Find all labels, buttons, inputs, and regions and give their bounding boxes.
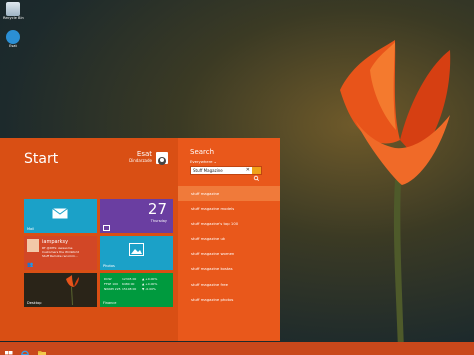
windows-logo-icon <box>5 351 13 355</box>
search-suggestion[interactable]: stuff magazine photos <box>178 292 280 307</box>
finance-quote-row: FTSE 100 6480 00 ▲ +0.00% <box>104 282 158 286</box>
tile-people[interactable]: iamparksy RT @DHS: Awesome Customers the… <box>24 236 97 270</box>
taskbar-file-explorer[interactable] <box>37 344 47 355</box>
tile-calendar[interactable]: 27 Thursday <box>100 199 173 233</box>
search-suggestion[interactable]: stuff magazine women <box>178 246 280 261</box>
taskbar <box>0 342 474 355</box>
search-button[interactable] <box>252 167 261 182</box>
user-name: Esat <box>136 150 152 158</box>
search-input[interactable] <box>193 167 247 174</box>
desktop-icon-user-folder[interactable]: Esat <box>3 30 23 49</box>
search-suggestion[interactable]: stuff magazine's top 100 <box>178 216 280 231</box>
clear-icon[interactable]: ✕ <box>246 167 250 174</box>
tile-mail[interactable]: Mail <box>24 199 97 233</box>
start-screen: Start Esat Dindarzade Mail 27 Thursday i… <box>0 138 178 341</box>
search-suggestion[interactable]: stuff magazine uk <box>178 231 280 246</box>
taskbar-internet-explorer[interactable] <box>20 344 30 355</box>
calendar-icon <box>103 225 110 231</box>
calendar-weekday: Thursday <box>150 219 167 223</box>
mail-icon <box>52 208 68 219</box>
search-suggestion[interactable]: stuff magazine <box>178 186 280 202</box>
tulip-wallpaper <box>340 40 451 350</box>
search-suggestion[interactable]: stuff magazine models <box>178 201 280 216</box>
start-title: Start <box>24 151 59 167</box>
search-title: Search <box>190 148 215 156</box>
desktop-icon-recycle-bin[interactable]: Recycle Bin <box>3 2 24 21</box>
search-box: ✕ <box>190 166 262 182</box>
tile-desktop[interactable]: Desktop <box>24 273 97 307</box>
search-suggestion[interactable]: stuff magazine free <box>178 277 280 292</box>
chevron-down-icon: ⌄ <box>213 159 217 164</box>
photos-icon <box>129 243 144 256</box>
tulip-thumbnail <box>66 275 79 305</box>
people-name: iamparksy <box>42 239 69 245</box>
desktop-screen: Recycle Bin Esat Start Esat Dindarzade M… <box>0 0 474 355</box>
user-account[interactable]: Esat Dindarzade <box>129 150 168 165</box>
folder-icon <box>38 351 46 355</box>
people-icon: 👥 <box>27 262 34 268</box>
calendar-day: 27 <box>147 200 167 218</box>
finance-quote-row: DOW 12345 00 ▲ +0.00% <box>104 277 158 281</box>
search-pane: Search Everywhere ⌄ ✕ stuff magazine stu… <box>178 138 280 341</box>
finance-quote-row: NIKKEI 22515108 00 ▼ -0.00% <box>104 287 156 291</box>
tile-photos[interactable]: Photos <box>100 236 173 270</box>
user-subtitle: Dindarzade <box>129 158 152 163</box>
search-icon <box>253 175 259 182</box>
search-suggestion[interactable]: stuff magazine kostas <box>178 261 280 276</box>
people-avatar <box>27 239 39 252</box>
recycle-bin-icon <box>6 2 20 16</box>
search-suggestions: stuff magazine stuff magazine models stu… <box>178 186 280 307</box>
search-scope-dropdown[interactable]: Everywhere ⌄ <box>190 159 217 164</box>
user-folder-icon <box>6 30 20 44</box>
start-button[interactable] <box>4 344 14 355</box>
tile-finance[interactable]: DOW 12345 00 ▲ +0.00% FTSE 100 6480 00 ▲ +0.… <box>100 273 173 307</box>
internet-explorer-icon <box>21 350 29 355</box>
avatar <box>156 152 168 165</box>
